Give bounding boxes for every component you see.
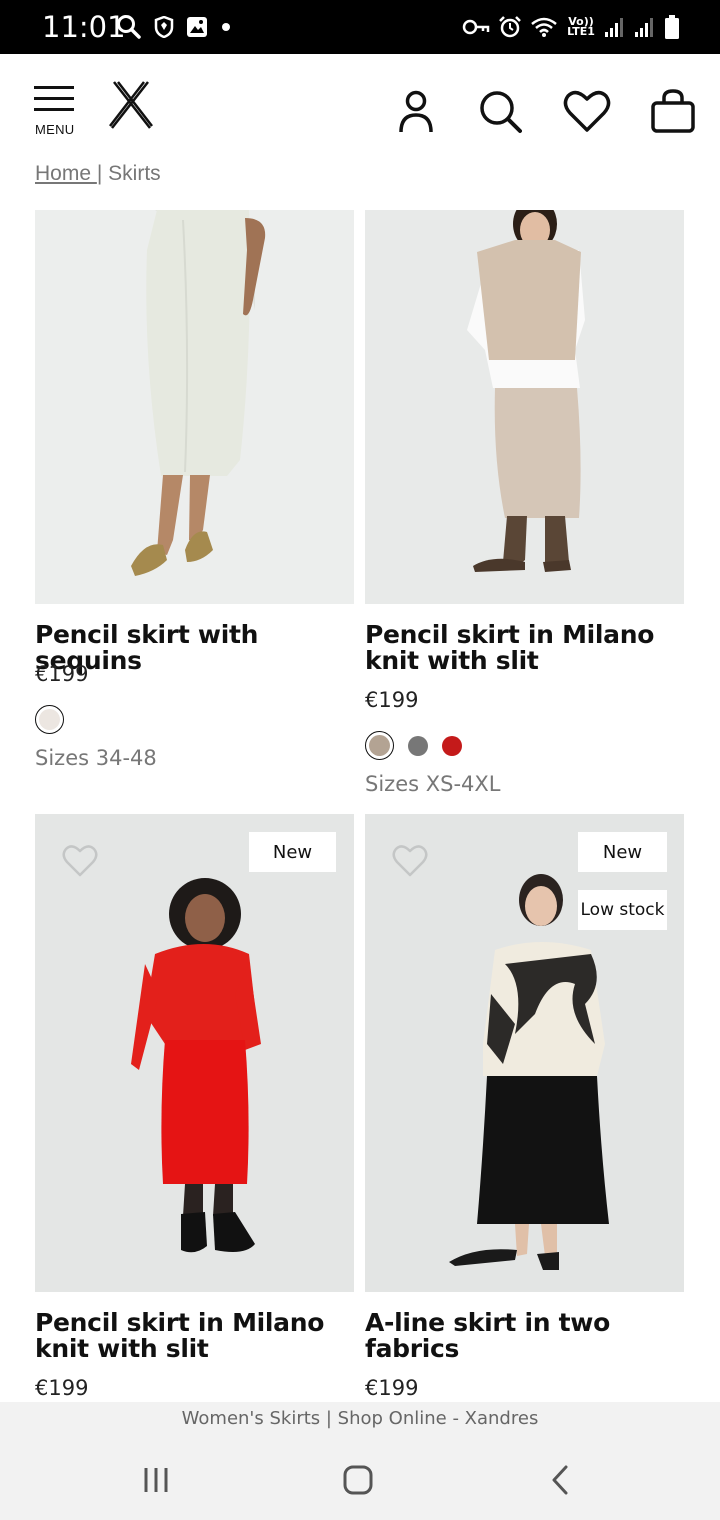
product-image[interactable]: New [35,814,354,1292]
color-swatch[interactable] [365,731,394,760]
product-card[interactable]: New Low stock A-line skirt in two fabric… [365,814,684,1402]
alarm-icon [498,15,522,39]
menu-button[interactable]: MENU [34,86,76,137]
search-icon[interactable] [478,88,522,134]
product-price: €199 [365,1376,419,1400]
product-title[interactable]: Pencil skirt in Milano knit with slit [35,1310,335,1362]
network-label: Vo)) LTE1 [567,15,595,38]
breadcrumb-home-link[interactable]: Home [35,162,97,185]
new-badge: New [249,832,336,872]
account-icon[interactable] [394,88,438,134]
product-image[interactable] [365,210,684,604]
product-price: €199 [35,1376,89,1400]
wishlist-icon[interactable] [562,88,612,134]
product-title[interactable]: A-line skirt in two fabrics [365,1310,665,1362]
low-stock-badge: Low stock [578,890,667,930]
color-swatch[interactable] [442,735,462,756]
recent-apps-icon[interactable] [136,1462,176,1498]
color-swatches [35,705,64,734]
product-image[interactable] [35,210,354,604]
status-time: 11:01 [42,10,126,44]
product-title[interactable]: Pencil skirt in Milano knit with slit [365,622,665,674]
battery-icon [664,14,680,40]
gallery-status-icon [186,16,208,38]
notification-dot-icon [220,21,232,33]
color-swatch[interactable] [35,705,64,734]
product-price: €199 [35,662,89,686]
shield-status-icon [154,16,174,38]
status-bar: 11:01 Vo)) LTE1 [0,0,720,54]
product-card[interactable]: Pencil skirt in Milano knit with slit €1… [365,210,684,810]
shopping-bag-icon[interactable] [650,88,695,134]
color-swatch[interactable] [408,735,428,756]
signal-strength-2-icon [634,16,656,38]
back-icon[interactable] [540,1462,580,1498]
wifi-icon [530,16,558,38]
search-status-icon [116,14,142,40]
product-grid: Pencil skirt with sequins €199 Sizes 34-… [0,210,720,1402]
new-badge: New [578,832,667,872]
color-swatches [365,731,462,760]
breadcrumb: Home | Skirts [35,162,161,186]
status-left-icons [116,12,232,42]
product-card[interactable]: Pencil skirt with sequins €199 Sizes 34-… [35,210,354,790]
brand-logo[interactable] [108,80,154,130]
product-sizes: Sizes XS-4XL [365,772,501,796]
system-navigation-bar [0,1438,720,1520]
product-image[interactable]: New Low stock [365,814,684,1292]
vpn-key-icon [462,17,490,37]
product-sizes: Sizes 34-48 [35,746,157,770]
menu-label: MENU [35,122,75,137]
product-price: €199 [365,688,419,712]
breadcrumb-current: Skirts [102,162,161,185]
signal-strength-icon [604,16,626,38]
browser-page-title: Women's Skirts | Shop Online - Xandres [0,1402,720,1438]
home-button-icon[interactable] [338,1462,378,1498]
site-header: MENU [0,54,720,162]
wishlist-heart-icon[interactable] [391,842,429,878]
wishlist-heart-icon[interactable] [61,842,99,878]
product-card[interactable]: New Pencil skirt in Milano knit with sli… [35,814,354,1402]
status-right-icons: Vo)) LTE1 [462,12,680,42]
hamburger-icon [34,86,76,111]
